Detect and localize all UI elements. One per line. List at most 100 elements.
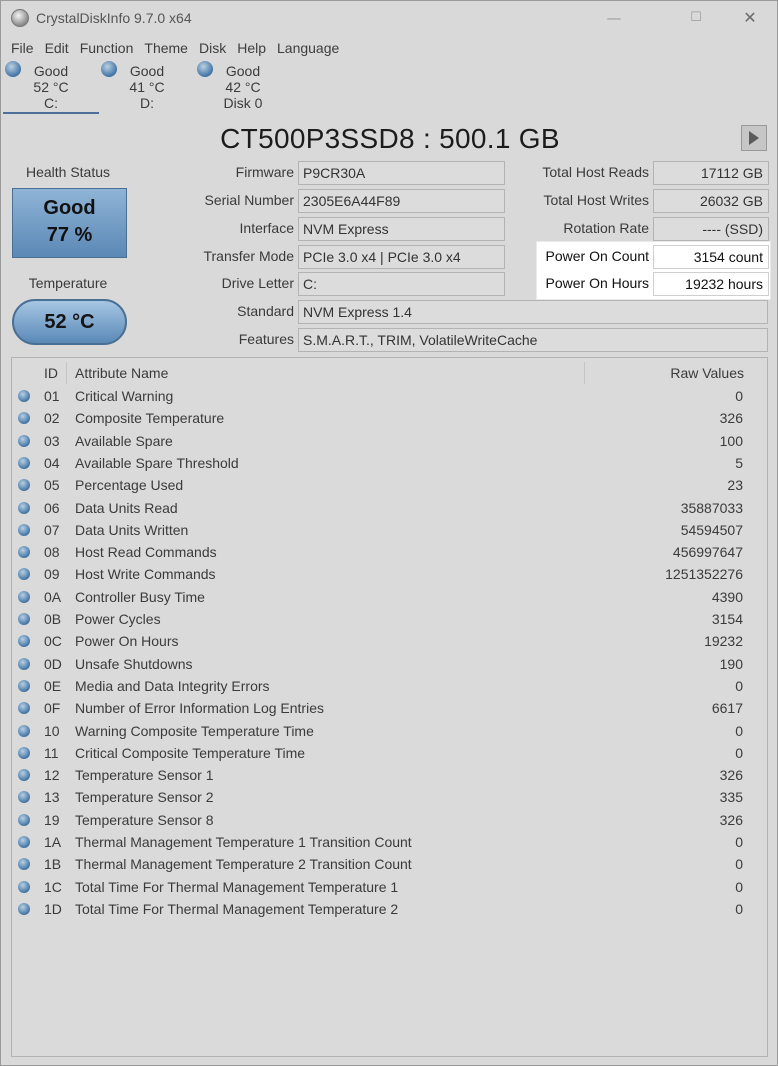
attribute-raw-value: 456997647: [672, 544, 743, 561]
next-disk-button[interactable]: [741, 125, 767, 151]
interface-value: NVM Express: [298, 217, 505, 241]
table-row[interactable]: 0A Controller Busy Time 4390: [13, 587, 768, 609]
attribute-id: 0B: [44, 611, 62, 627]
status-dot-icon: [18, 679, 30, 692]
column-header-id[interactable]: ID: [44, 358, 58, 386]
maximize-button[interactable]: ☐: [673, 5, 719, 31]
column-divider[interactable]: [66, 362, 67, 384]
disk-temp: 52 °C: [33, 79, 69, 95]
attribute-id: 06: [44, 499, 60, 516]
table-row[interactable]: 0D Unsafe Shutdowns 190: [13, 654, 768, 676]
column-divider[interactable]: [584, 362, 585, 384]
menu-language[interactable]: Language: [267, 37, 339, 59]
attribute-raw-value: 190: [719, 655, 743, 672]
disk-tab-c[interactable]: Good 52 °C C:: [3, 59, 99, 115]
standard-label: Standard: [237, 303, 294, 319]
table-row[interactable]: 02 Composite Temperature 326: [13, 408, 768, 430]
status-dot-icon: [18, 858, 30, 871]
table-row[interactable]: 1B Thermal Management Temperature 2 Trans…: [13, 854, 768, 876]
attribute-name: Temperature Sensor 8: [75, 811, 214, 828]
column-header-attribute-name[interactable]: Attribute Name: [75, 358, 168, 386]
status-dot-icon: [197, 61, 213, 77]
app-window: CrystalDiskInfo 9.7.0 x64 — ☐ ✕ File Edi…: [0, 0, 778, 1066]
menu-help[interactable]: Help: [227, 37, 266, 59]
title-bar: CrystalDiskInfo 9.7.0 x64 — ☐ ✕: [1, 1, 777, 35]
attribute-id: 0A: [44, 588, 62, 605]
status-dot-icon: [5, 61, 21, 77]
attribute-raw-value: 5: [735, 454, 743, 471]
attribute-name: Percentage Used: [75, 477, 184, 494]
table-row[interactable]: 07 Data Units Written 54594507: [13, 520, 768, 542]
attribute-name: Available Spare Threshold: [75, 454, 239, 471]
temperature-badge[interactable]: 52 °C: [12, 299, 127, 345]
total-host-reads-label: Total Host Reads: [542, 164, 649, 180]
attribute-raw-value: 1251352276: [665, 566, 743, 583]
attribute-id: 1A: [44, 834, 62, 850]
table-row[interactable]: 0E Media and Data Integrity Errors 0: [13, 676, 768, 698]
table-row[interactable]: 1A Thermal Management Temperature 1 Trans…: [13, 832, 768, 854]
table-row[interactable]: 01 Critical Warning 0: [13, 386, 768, 408]
attribute-name: Data Units Written: [75, 521, 189, 538]
crystaldiskinfo-logo-icon: [11, 9, 29, 27]
power-on-hours-label: Power On Hours: [545, 275, 649, 291]
status-dot-icon: [18, 724, 30, 737]
table-row[interactable]: 0C Power On Hours 19232: [13, 631, 768, 653]
attribute-id: 13: [44, 789, 60, 806]
menu-file[interactable]: File: [1, 37, 34, 59]
menu-edit[interactable]: Edit: [35, 37, 69, 59]
attribute-raw-value: 4390: [711, 588, 743, 605]
attribute-name: Critical Warning: [75, 388, 174, 404]
disk-tab-d[interactable]: Good 41 °C D:: [99, 59, 195, 115]
table-row[interactable]: 06 Data Units Read 35887033: [13, 498, 768, 520]
firmware-value: P9CR30A: [298, 161, 505, 185]
rotation-rate-value: ---- (SSD): [653, 217, 769, 241]
attribute-raw-value: 100: [719, 432, 743, 449]
attribute-id: 03: [44, 432, 60, 449]
table-row[interactable]: 1D Total Time For Thermal Management Temp…: [13, 899, 768, 921]
attribute-raw-value: 0: [735, 900, 743, 917]
serial-number-value: 2305E6A44F89: [298, 189, 505, 213]
table-row[interactable]: 12 Temperature Sensor 1 326: [13, 765, 768, 787]
drive-letter-label: Drive Letter: [221, 275, 294, 291]
health-percent: 77 %: [46, 224, 93, 246]
rotation-rate-label: Rotation Rate: [563, 220, 649, 236]
total-host-writes-value: 26032 GB: [653, 189, 769, 213]
table-row[interactable]: 10 Warning Composite Temperature Time 0: [13, 721, 768, 743]
selected-tab-indicator: [3, 112, 99, 114]
disk-tab-disk0[interactable]: Good 42 °C Disk 0: [195, 59, 291, 115]
power-on-hours-value: 19232 hours: [653, 272, 769, 296]
attribute-id: 04: [44, 454, 60, 471]
table-row[interactable]: 11 Critical Composite Temperature Time 0: [13, 743, 768, 765]
standard-value: NVM Express 1.4: [298, 300, 768, 324]
health-status-box[interactable]: Good 77 %: [12, 188, 127, 258]
table-row[interactable]: 0F Number of Error Information Log Entrie…: [13, 698, 768, 720]
attribute-name: Controller Busy Time: [75, 588, 205, 605]
table-row[interactable]: 04 Available Spare Threshold 5: [13, 453, 768, 475]
attribute-name: Available Spare: [75, 432, 173, 449]
status-dot-icon: [101, 61, 117, 77]
minimize-button[interactable]: —: [591, 5, 637, 31]
table-row[interactable]: 0B Power Cycles 3154: [13, 609, 768, 631]
table-row[interactable]: 13 Temperature Sensor 2 335: [13, 787, 768, 809]
menu-disk[interactable]: Disk: [189, 37, 226, 59]
drive-letter-value: C:: [298, 272, 505, 296]
menu-theme[interactable]: Theme: [134, 37, 188, 59]
table-row[interactable]: 03 Available Spare 100: [13, 431, 768, 453]
attribute-id: 01: [44, 388, 60, 404]
column-header-raw-values[interactable]: Raw Values: [592, 358, 744, 386]
disk-temp: 41 °C: [129, 79, 165, 95]
attribute-raw-value: 0: [735, 744, 743, 761]
table-row[interactable]: 08 Host Read Commands 456997647: [13, 542, 768, 564]
close-button[interactable]: ✕: [727, 5, 773, 31]
drive-model-title: CT500P3SSD8 : 500.1 GB: [220, 123, 560, 154]
table-row[interactable]: 05 Percentage Used 23: [13, 475, 768, 497]
table-row[interactable]: 09 Host Write Commands 1251352276: [13, 564, 768, 586]
temperature-label: Temperature: [28, 275, 108, 291]
table-row[interactable]: 1C Total Time For Thermal Management Temp…: [13, 877, 768, 899]
disk-label: Disk 0: [223, 95, 263, 111]
attribute-id: 05: [44, 477, 60, 494]
menu-function[interactable]: Function: [70, 37, 134, 59]
table-row[interactable]: 19 Temperature Sensor 8 326: [13, 810, 768, 832]
smart-attributes-table[interactable]: ID Attribute Name Raw Values 01 Critical …: [11, 357, 768, 1057]
total-host-writes-label: Total Host Writes: [543, 192, 649, 208]
